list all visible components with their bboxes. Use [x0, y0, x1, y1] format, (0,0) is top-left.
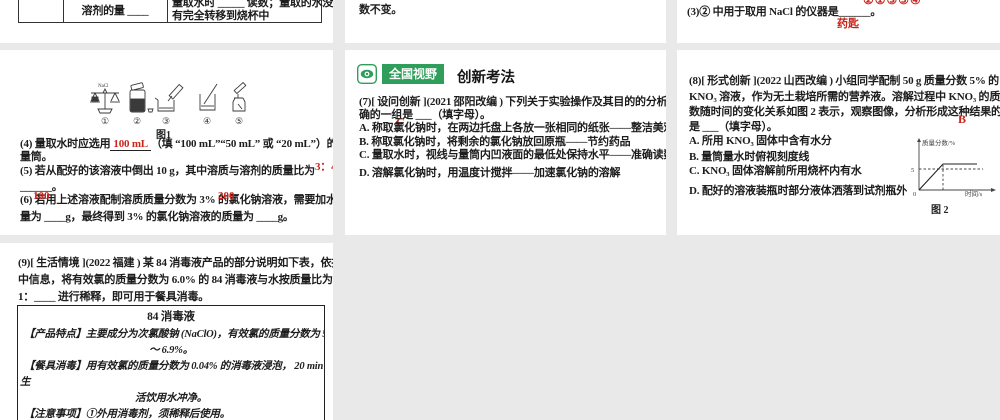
question-8-line2: KNO₃ 溶液，作为无土栽培所需的营养液。溶解过程中 KNO₃ 的质量分	[689, 91, 1000, 103]
question-8-line3: 数随时间的变化关系如图 2 表示，观察图像，分析形成这种结果的原因	[689, 106, 1000, 118]
figure-2-caption: 图 2	[931, 205, 949, 216]
question-4-options: （填 “100 mL”“50 mL” 或 “20 mL”）的	[150, 138, 333, 150]
question-8-option-a: A. 所用 KNO₃ 固体中含有水分	[689, 135, 832, 147]
answer-B: B	[958, 112, 967, 126]
table-row-wrap-char: 生	[20, 377, 31, 388]
question-4-line1: (4) 量取水时应选用 100 mL （填 “100 mL”“50 mL” 或 “2…	[20, 138, 333, 151]
section-title-innovation: 创新考法	[457, 70, 515, 86]
figure-2-origin: 0	[913, 191, 916, 198]
card-question-8: (8)[ 形式创新 ](2022 山西改编 ) 小组同学配制 50 g 质量分数…	[677, 50, 1000, 235]
answer-3-47: 3：47	[314, 161, 333, 173]
figure-2-ytick-5: 5	[911, 167, 914, 174]
page-background: { "colors": { "background": "#e9e9e9", "…	[0, 0, 1000, 420]
question-9-line2-text: 中信息，将有效氯的质量分数为 6.0% 的 84 消毒液与水按质量比为	[18, 274, 333, 286]
table-border-bottom	[18, 22, 322, 23]
table-border-v3	[167, 0, 168, 22]
question-6-line2: 量为 ____g，最终得到 3% 的氯化钠溶液的质量为 ____g。	[20, 211, 294, 223]
question-7-option-c: C. 量取水时，视线与量筒内凹液面的最低处保持水平——准确读数	[359, 149, 666, 161]
card-question-3: (3)② 中用于取用 NaCl 的仪器是______。 药匙 ②①③⑤④	[677, 0, 1000, 43]
answer-100ml: 100 mL	[110, 138, 151, 151]
table-cell-reason-line2: 有完全转移到烧杯中	[172, 10, 270, 22]
question-8-option-c: C. KNO₃ 固体溶解前所用烧杯内有水	[689, 165, 862, 177]
figure-2-ylabel: 质量分数/%	[922, 138, 956, 147]
question-5-stem: (5) 若从配好的该溶液中倒出 10 g，其中溶质与溶剂的质量比为	[20, 165, 315, 177]
table-row-product-features: 【产品特点】主要成分为次氯酸钠 (NaClO)，有效氯的质量分数为 5.1%	[24, 329, 325, 340]
table-row-rinse: 活饮用水冲净。	[134, 393, 208, 404]
card-question-9: (9)[ 生活情境 ](2022 福建 ) 某 84 消毒液产品的部分说明如下表…	[0, 243, 333, 420]
table-border-v1	[18, 0, 19, 22]
table-title-84: 84 消毒液	[147, 311, 195, 323]
figure-2-curve	[918, 163, 977, 191]
question-9-line3: 1：____ 进行稀释，即可用于餐具消毒。	[18, 291, 210, 303]
card-table-fragment: 溶剂的量 ____ 量取水时 _____ 读数；量取的水没 有完全转移到烧杯中	[0, 0, 333, 43]
disinfectant-info-table: 84 消毒液 【产品特点】主要成分为次氯酸钠 (NaClO)，有效氯的质量分数为…	[17, 305, 325, 420]
question-4-line2: 量筒。	[20, 151, 53, 163]
answer-corner-sequence: ②①③⑤④	[863, 0, 922, 7]
question-3-stem: (3)② 中用于取用 NaCl 的仪器是	[687, 6, 839, 18]
table-cell-reason-line1: 量取水时 _____ 读数；量取的水没	[172, 0, 333, 9]
table-row-tableware: 【餐具消毒】用有效氯的质量分数为 0.04% 的消毒液浸泡， 20 min 后用	[24, 361, 325, 372]
figure-1-label-4: ④	[202, 116, 212, 126]
card-question-7: 全国视野 创新考法 (7)[ 设问创新 ](2021 邵阳改编 ) 下列关于实验…	[345, 50, 666, 235]
figure-1-equipment: NaCl	[90, 81, 247, 114]
eye-icon	[357, 64, 377, 84]
answer-200g: 200	[218, 190, 235, 202]
stirring-beaker-icon	[199, 83, 218, 111]
question-7-option-b: B. 称取氯化钠时，将剩余的氯化钠放回原瓶——节约药品	[359, 136, 631, 148]
answer-yao-chi: 药匙	[837, 18, 859, 30]
question-9-line2: 中信息，将有效氯的质量分数为 6.0% 的 84 消毒液与水按质量比为149	[18, 274, 333, 287]
question-9-line1: (9)[ 生活情境 ](2022 福建 ) 某 84 消毒液产品的部分说明如下表…	[18, 257, 333, 269]
national-vision-badge: 全国视野	[382, 64, 445, 84]
pouring-cylinder-icon	[154, 83, 184, 112]
question-8-line1: (8)[ 形式创新 ](2022 山西改编 ) 小组同学配制 50 g 质量分数…	[689, 75, 999, 87]
reagent-bottle-icon	[129, 82, 154, 113]
balance-icon: NaCl	[90, 84, 120, 114]
card-top-middle: 数不变。	[345, 0, 666, 43]
figure-2-xlabel: 时间/s	[965, 189, 983, 198]
table-cell-solvent: 溶剂的量 ____	[81, 5, 149, 17]
question-8-option-b: B. 量筒量水时俯视刻度线	[689, 151, 810, 163]
question-7-option-d: D. 溶解氯化钠时，用温度计搅拌——加速氯化钠的溶解	[359, 167, 621, 179]
text-fragment: 数不变。	[359, 4, 403, 16]
card-questions-4-5-6: NaCl ① ② ③ ④ ⑤ 图1 (4) 量取水时应选用 100 mL （填 …	[0, 50, 333, 235]
table-row-notice-1: 【注意事项】①外用消毒剂，须稀释后使用。	[24, 409, 230, 420]
question-4-stem: (4) 量取水时应选用	[20, 138, 111, 150]
question-7-line2: 确的一组是 ___（填字母）。	[359, 109, 491, 121]
question-5-line1: (5) 若从配好的该溶液中倒出 10 g，其中溶质与溶剂的质量比为3：47	[20, 161, 333, 178]
figure-1-label-2: ②	[132, 116, 142, 126]
question-8-option-d: D. 配好的溶液装瓶时部分液体洒落到试剂瓶外	[689, 185, 908, 197]
nacl-label: NaCl	[98, 84, 109, 89]
question-8-line4: 是 ___（填字母）。	[689, 121, 778, 133]
figure-2-chart: 质量分数/% 5 0 时间/s	[911, 138, 996, 198]
question-7-option-a: A. 称取氯化钠时，在两边托盘上各放一张相同的纸张——整洁美观	[359, 122, 666, 134]
table-row-range: ～ 6.9%。	[148, 345, 194, 356]
figure-1-label-5: ⑤	[234, 116, 244, 126]
figure-1-label-1: ①	[100, 116, 110, 126]
transfer-bottle-icon	[232, 81, 247, 112]
question-6-line1: (6) 若用上述溶液配制溶质质量分数为 3% 的氯化钠溶液，需要加水的质	[20, 194, 333, 206]
answer-100g: 100	[33, 190, 50, 202]
question-7-line1: (7)[ 设问创新 ](2021 邵阳改编 ) 下列关于实验操作及其目的的分析均…	[359, 96, 666, 108]
figure-1-labels: ① ② ③ ④ ⑤	[88, 116, 258, 128]
